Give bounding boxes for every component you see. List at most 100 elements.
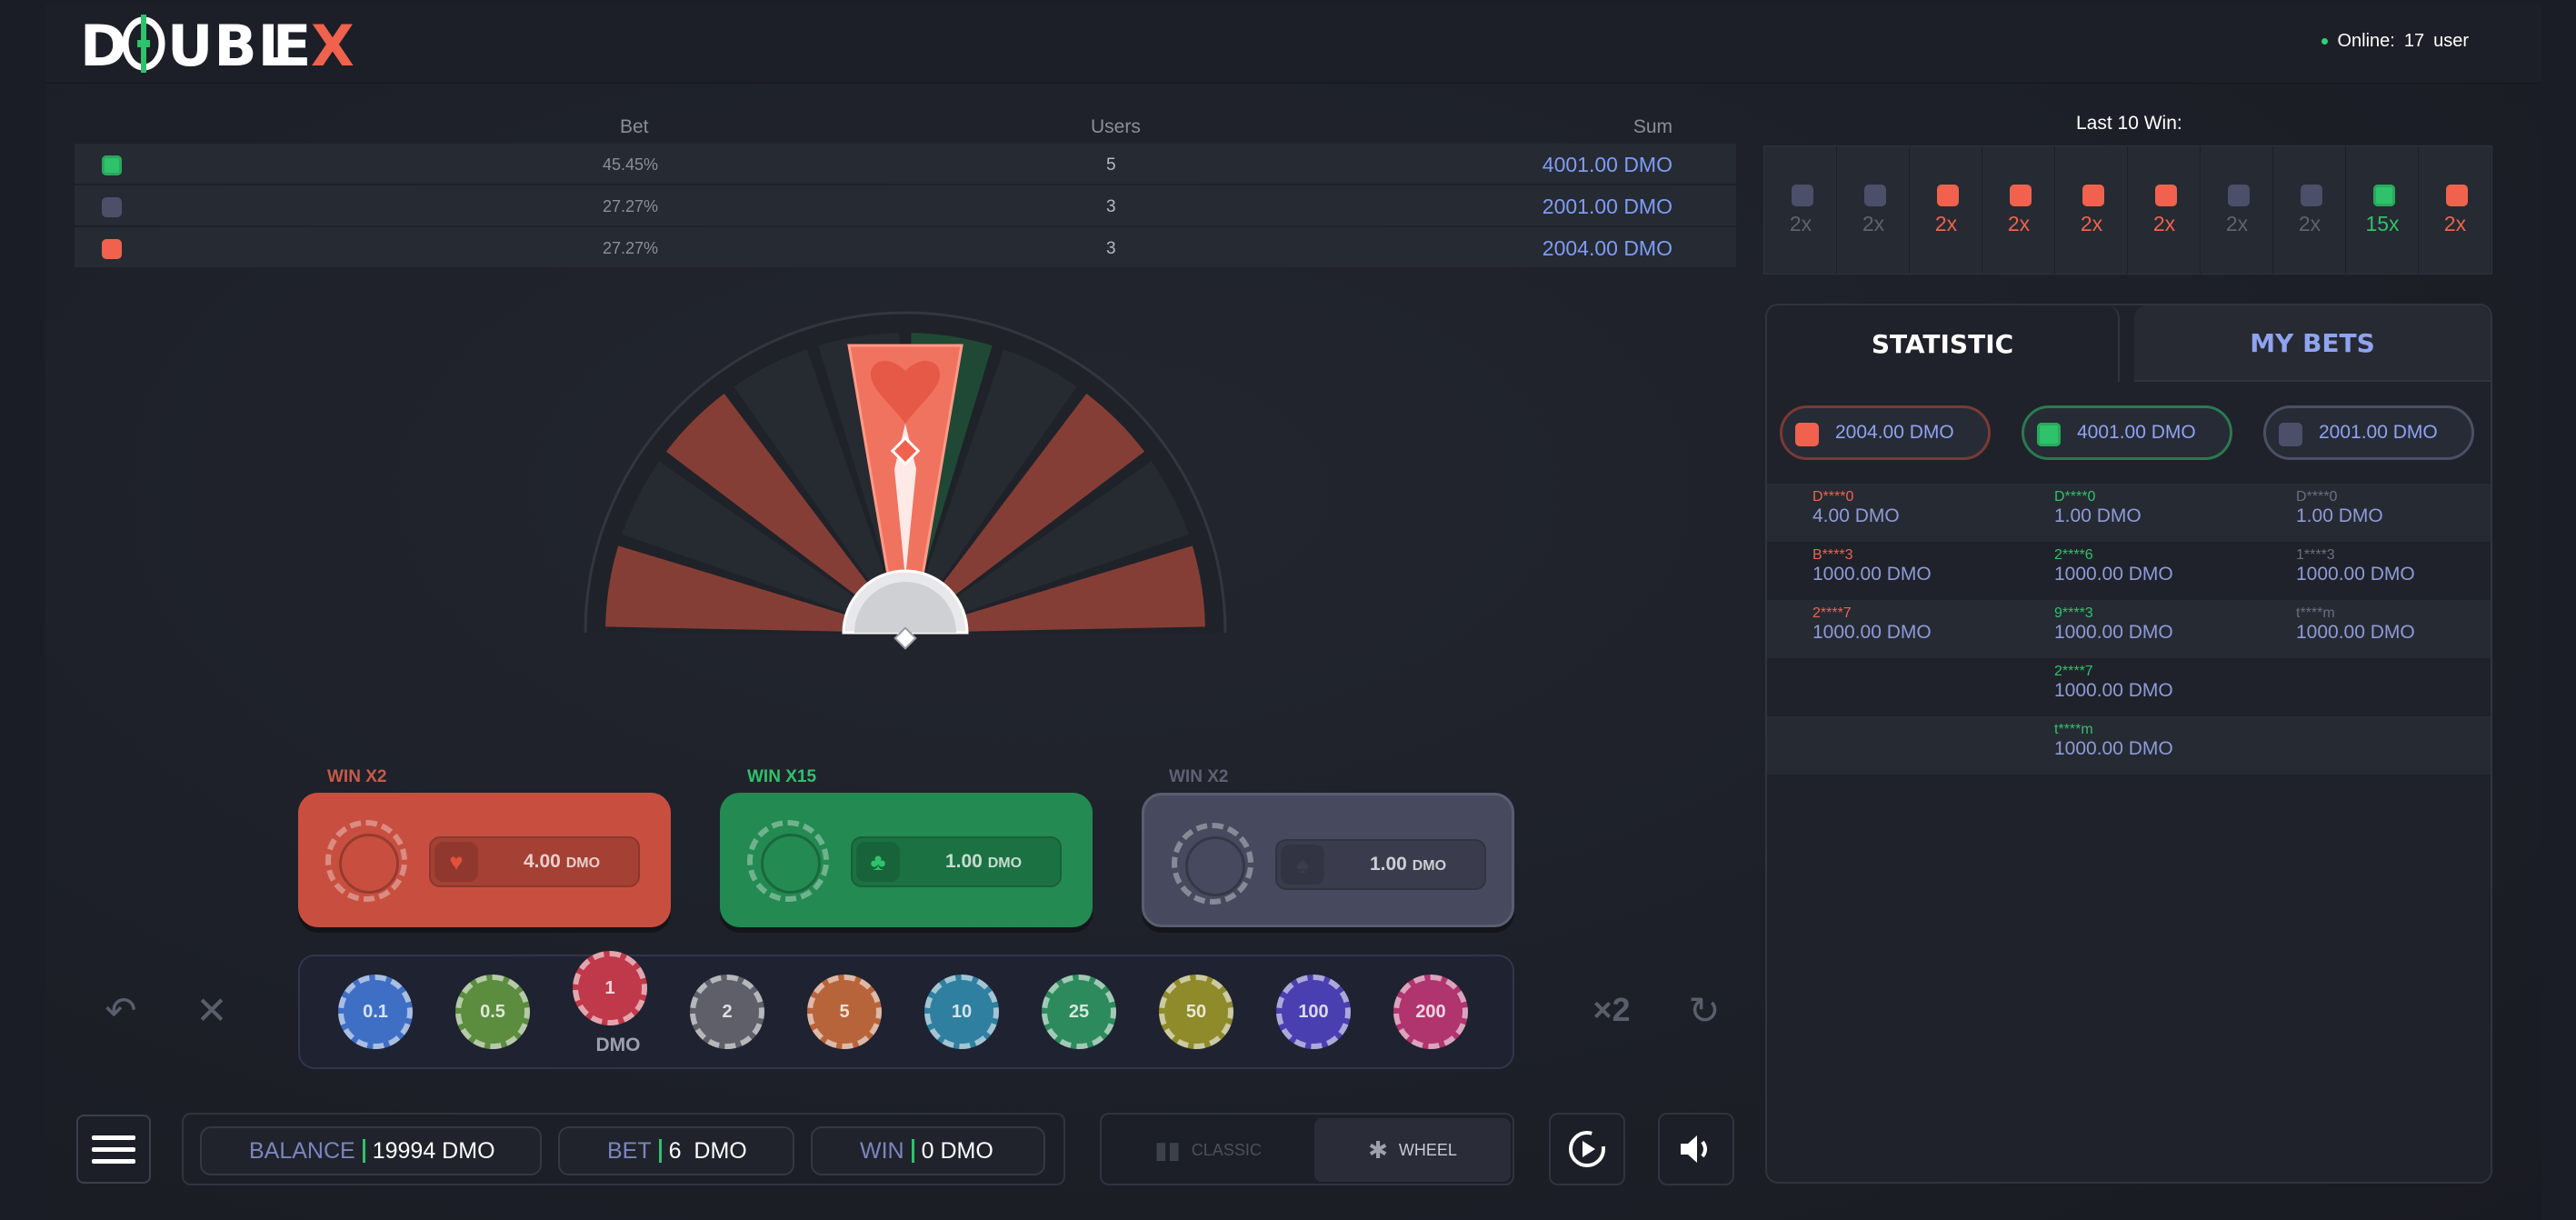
list-item: 2x [2419, 146, 2491, 274]
win-multiplier: 2x [1862, 212, 1885, 235]
bet-table-header: Bet Users Sum [75, 111, 1736, 144]
bet-display: BET 6 DMO [558, 1126, 794, 1175]
grey-square-icon [102, 197, 122, 217]
bet-users: 5 [1106, 155, 1116, 175]
stat-bet-red: 2****7 1000.00 DMO [1812, 605, 1932, 644]
player-stats-bar: BALANCE 19994 DMO BET 6 DMO WIN 0 DMO [182, 1113, 1065, 1185]
tab-my-bets[interactable]: MY BETS [2134, 305, 2491, 382]
double-bet-button[interactable]: ×2 [1580, 978, 1643, 1042]
bet-box-red[interactable]: ♥ 4.00 DMO [298, 793, 671, 927]
undo-icon[interactable]: ↶ [89, 978, 153, 1042]
wheel-icon: ✱ [1368, 1135, 1388, 1164]
bet-amount-value: 1.00 [1369, 854, 1407, 875]
player-name: 9****3 [2054, 605, 2093, 621]
mode-classic-button[interactable]: ▮▮ CLASSIC [1105, 1118, 1311, 1182]
chip-value: 200 [1415, 1001, 1446, 1022]
column-header-sum: Sum [1632, 116, 1672, 137]
player-amount: 1000.00 DMO [2054, 680, 2173, 701]
chip-value: 5 [839, 1001, 850, 1022]
player-name: D****0 [1812, 489, 1854, 505]
bet-percent: 27.27% [603, 197, 659, 215]
chip-10[interactable]: 10 [924, 975, 999, 1049]
grey-square-icon [2279, 423, 2302, 446]
chip-value: 0.5 [480, 1001, 505, 1022]
chip-1[interactable]: 1 [573, 951, 647, 1025]
player-name: D****0 [2296, 489, 2338, 505]
chip-slot [325, 820, 407, 902]
svg-text:E: E [273, 15, 312, 73]
column-header-bet: Bet [620, 116, 649, 137]
red-square-icon [1795, 423, 1819, 446]
chip-0-1[interactable]: 0.1 [338, 975, 413, 1049]
mode-wheel-button[interactable]: ✱ WHEEL [1314, 1118, 1511, 1182]
red-square-icon [1937, 185, 1959, 206]
list-item: 15x [2346, 146, 2419, 274]
player-amount: 1000.00 DMO [1812, 622, 1932, 643]
chip-100[interactable]: 100 [1276, 975, 1351, 1049]
player-name: 2****7 [2054, 664, 2093, 679]
stat-bet-green: 9****3 1000.00 DMO [2054, 605, 2173, 644]
bet-percent: 45.45% [603, 155, 659, 174]
menu-button[interactable] [76, 1115, 151, 1184]
tab-statistic[interactable]: STATISTIC [1767, 305, 2120, 382]
classic-cards-icon: ▮▮ [1154, 1135, 1181, 1164]
chip-25[interactable]: 25 [1042, 975, 1116, 1049]
repeat-icon[interactable]: ↻ [1672, 978, 1736, 1042]
logo-graphic: D UBL E X [80, 15, 355, 73]
grey-square-icon [2301, 185, 2322, 206]
bet-amount-value: 1.00 [944, 851, 983, 872]
heart-icon: ♥ [434, 842, 478, 882]
stat-bet-red: D****0 4.00 DMO [1812, 489, 1900, 527]
bet-amount-value: 4.00 [523, 851, 561, 872]
bet-box-grey[interactable]: ♠ 1.00 DMO [1142, 793, 1514, 927]
bet-box-green[interactable]: ♣ 1.00 DMO [720, 793, 1093, 927]
total-value: 2004.00 DMO [1835, 422, 1954, 443]
green-square-icon [2037, 423, 2061, 446]
player-amount: 4.00 DMO [1812, 505, 1900, 526]
autoplay-button[interactable] [1549, 1113, 1625, 1185]
bet-amount-pill: ♠ 1.00 DMO [1275, 839, 1486, 890]
grey-square-icon [1864, 185, 1886, 206]
bet-amount: 1.00 DMO [1332, 854, 1484, 875]
stat-bet-green: 2****7 1000.00 DMO [2054, 664, 2173, 702]
bet-percent: 27.27% [603, 239, 659, 257]
table-row: 27.27% 3 2004.00 DMO [75, 227, 1736, 267]
bet-users: 3 [1106, 197, 1116, 216]
win-multiplier: 2x [2152, 212, 2176, 235]
red-square-icon [2082, 185, 2104, 206]
grey-square-icon [2228, 185, 2250, 206]
autoplay-icon [1569, 1131, 1605, 1167]
green-square-icon [2373, 185, 2395, 206]
sound-button[interactable] [1658, 1113, 1734, 1185]
player-name: t****m [2296, 605, 2335, 621]
stat-bet-red: B****3 1000.00 DMO [1812, 547, 1932, 585]
clear-icon[interactable]: ✕ [180, 978, 244, 1042]
win-multiplier: 2x [1789, 212, 1812, 235]
svg-text:X: X [311, 15, 355, 73]
chip-50[interactable]: 50 [1159, 975, 1233, 1049]
list-item: 2x [2273, 146, 2346, 274]
bet-label: BET [607, 1137, 652, 1164]
balance-label: BALANCE [249, 1137, 355, 1164]
total-value: 4001.00 DMO [2077, 422, 2196, 443]
red-square-icon [2446, 185, 2468, 206]
win-multiplier: 2x [2007, 212, 2031, 235]
online-indicator: Online: 17 user [2321, 31, 2469, 52]
bet-label-red: WIN X2 [327, 767, 387, 786]
bet-table: Bet Users Sum 45.45% 5 4001.00 DMO 27.27… [75, 111, 1736, 269]
chip-value: 1 [604, 977, 615, 998]
header: D UBL E X Online: 17 user [45, 4, 2541, 84]
chip-5[interactable]: 5 [807, 975, 882, 1049]
doublex-logo: D UBL E X [80, 15, 362, 73]
player-amount: 1000.00 DMO [2054, 738, 2173, 759]
chip-0-5[interactable]: 0.5 [455, 975, 530, 1049]
spade-icon: ♠ [1281, 845, 1324, 885]
online-unit: user [2433, 31, 2469, 51]
chip-200[interactable]: 200 [1393, 975, 1468, 1049]
win-multiplier: 15x [2365, 212, 2400, 235]
player-amount: 1000.00 DMO [2054, 622, 2173, 643]
chip-2[interactable]: 2 [690, 975, 764, 1049]
divider [362, 1139, 365, 1163]
player-amount: 1000.00 DMO [2296, 622, 2415, 643]
bet-label-grey: WIN X2 [1169, 767, 1229, 786]
